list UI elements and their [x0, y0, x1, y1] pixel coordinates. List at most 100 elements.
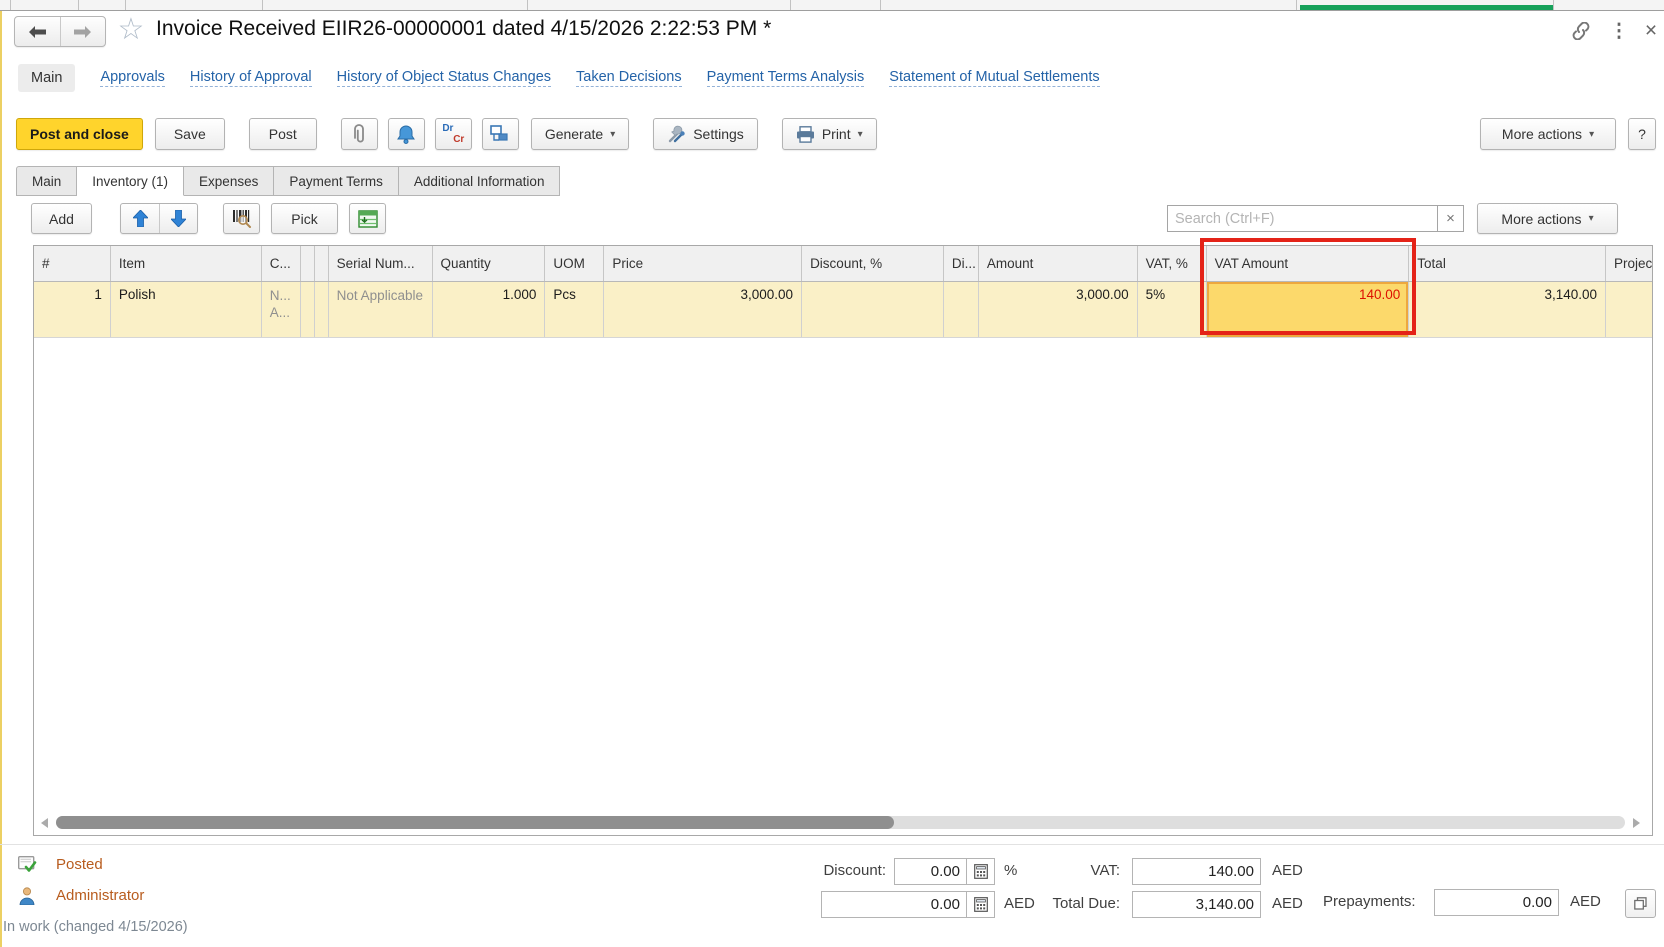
help-button[interactable]: ?: [1628, 118, 1656, 150]
nav-item-approvals[interactable]: Approvals: [100, 69, 164, 87]
author-icon: [19, 887, 35, 905]
prepayments-label: Prepayments:: [1323, 893, 1426, 910]
cell-serial-number[interactable]: Not Applicable: [329, 282, 433, 337]
col-header-item[interactable]: Item: [111, 246, 262, 281]
attachments-button[interactable]: [341, 118, 378, 150]
window-menu-button[interactable]: ⋮: [1606, 18, 1632, 44]
copy-link-button[interactable]: [1568, 18, 1594, 44]
close-window-button[interactable]: ×: [1638, 18, 1664, 44]
nav-item-payment-terms-analysis[interactable]: Payment Terms Analysis: [707, 69, 865, 87]
cell-blank-2[interactable]: [315, 282, 329, 337]
col-header-serial-number[interactable]: Serial Num...: [329, 246, 433, 281]
col-header-blank-2[interactable]: [315, 246, 329, 281]
scrollbar-thumb[interactable]: [56, 816, 894, 829]
move-row-up-button[interactable]: [121, 204, 159, 233]
nav-item-history-of-object-status-changes[interactable]: History of Object Status Changes: [337, 69, 551, 87]
vat-total-input[interactable]: [1132, 858, 1261, 885]
scroll-left-arrow[interactable]: [41, 818, 48, 828]
post-button[interactable]: Post: [249, 118, 317, 150]
move-row-down-button[interactable]: [159, 204, 197, 233]
tab-main[interactable]: Main: [16, 166, 77, 196]
calculator-icon: [974, 864, 988, 879]
col-header-quantity[interactable]: Quantity: [433, 246, 546, 281]
col-header-blank-1[interactable]: [301, 246, 315, 281]
discount-percent-calculator-button[interactable]: [967, 858, 995, 885]
history-nav-buttons: [14, 16, 106, 47]
progress-strip: [1300, 5, 1553, 10]
discount-percent-input[interactable]: [894, 858, 967, 885]
save-button[interactable]: Save: [155, 118, 225, 150]
bell-icon: [397, 125, 415, 144]
col-header-characteristic[interactable]: C...: [262, 246, 301, 281]
top-window-strip: [0, 0, 1664, 11]
cell-uom[interactable]: Pcs: [545, 282, 604, 337]
col-header-amount[interactable]: Amount: [979, 246, 1138, 281]
cell-vat-pct[interactable]: 5%: [1138, 282, 1207, 337]
print-button[interactable]: Print▾: [782, 118, 877, 150]
forward-button[interactable]: [60, 17, 106, 46]
barcode-scan-button[interactable]: [223, 203, 260, 234]
add-row-button[interactable]: Add: [31, 203, 92, 234]
grid-more-actions-button[interactable]: More actions▾: [1477, 203, 1618, 234]
total-due-currency: AED: [1272, 895, 1303, 912]
favorite-star-icon[interactable]: ☆: [114, 13, 148, 47]
cell-price[interactable]: 3,000.00: [604, 282, 802, 337]
nav-item-taken-decisions[interactable]: Taken Decisions: [576, 69, 682, 87]
col-header-total[interactable]: Total: [1409, 246, 1606, 281]
col-header-price[interactable]: Price: [604, 246, 802, 281]
col-header-vat-amount[interactable]: VAT Amount: [1207, 246, 1410, 281]
horizontal-scrollbar[interactable]: [39, 815, 1642, 830]
prepayments-input[interactable]: [1434, 889, 1559, 916]
dr-cr-postings-button[interactable]: Dr Cr: [435, 118, 472, 150]
cell-item[interactable]: Polish: [111, 282, 262, 337]
search-input[interactable]: [1167, 205, 1438, 232]
cell-num[interactable]: 1: [34, 282, 111, 337]
table-header-row: # Item C... Serial Num... Quantity UOM P…: [34, 246, 1652, 282]
reminder-button[interactable]: [388, 118, 425, 150]
nav-item-main[interactable]: Main: [18, 64, 75, 92]
posted-status-label[interactable]: Posted: [56, 856, 103, 873]
cell-characteristic[interactable]: N... A...: [262, 282, 301, 337]
total-due-input[interactable]: [1132, 891, 1261, 918]
back-button[interactable]: [15, 17, 60, 46]
discount-amount-calculator-button[interactable]: [967, 891, 995, 918]
discount-amount-input[interactable]: [821, 891, 967, 918]
cell-di[interactable]: [944, 282, 979, 337]
fill-table-button[interactable]: [349, 203, 386, 234]
generate-button[interactable]: Generate▾: [531, 118, 629, 150]
pick-items-button[interactable]: Pick: [271, 203, 338, 234]
cell-quantity[interactable]: 1.000: [433, 282, 546, 337]
scroll-right-arrow[interactable]: [1633, 818, 1640, 828]
col-header-di[interactable]: Di...: [944, 246, 979, 281]
discount-label: Discount:: [770, 862, 886, 879]
cell-amount[interactable]: 3,000.00: [979, 282, 1138, 337]
form-more-actions-button[interactable]: More actions▾: [1480, 118, 1616, 150]
table-row[interactable]: 1 Polish N... A... Not Applicable 1.000 …: [34, 282, 1652, 338]
tab-payment-terms[interactable]: Payment Terms: [274, 166, 399, 196]
chevron-down-icon: ▾: [858, 129, 863, 140]
cell-total[interactable]: 3,140.00: [1409, 282, 1606, 337]
post-and-close-button[interactable]: Post and close: [16, 118, 143, 150]
author-label[interactable]: Administrator: [56, 887, 144, 904]
col-header-discount-pct[interactable]: Discount, %: [802, 246, 944, 281]
nav-item-statement-of-mutual-settlements[interactable]: Statement of Mutual Settlements: [889, 69, 1099, 87]
tab-inventory[interactable]: Inventory (1): [77, 166, 184, 196]
col-header-num[interactable]: #: [34, 246, 111, 281]
detach-panel-button[interactable]: [1625, 889, 1656, 918]
form-nav-links: Main Approvals History of Approval Histo…: [18, 62, 1100, 94]
col-header-vat-pct[interactable]: VAT, %: [1138, 246, 1207, 281]
tab-expenses[interactable]: Expenses: [184, 166, 274, 196]
nav-item-history-of-approval[interactable]: History of Approval: [190, 69, 312, 87]
cell-vat-amount-selected[interactable]: 140.00: [1207, 282, 1410, 337]
col-header-project-task[interactable]: Project Tas: [1606, 246, 1652, 281]
down-arrow-icon: [171, 210, 186, 227]
clear-search-button[interactable]: ×: [1438, 205, 1464, 232]
document-structure-button[interactable]: [482, 118, 519, 150]
settings-button[interactable]: Settings: [653, 118, 758, 150]
col-header-uom[interactable]: UOM: [545, 246, 604, 281]
tab-additional-information[interactable]: Additional Information: [399, 166, 561, 196]
cell-blank-1[interactable]: [301, 282, 315, 337]
chevron-down-icon: ▾: [610, 129, 615, 140]
cell-project-task[interactable]: [1606, 282, 1652, 337]
cell-discount-pct[interactable]: [802, 282, 944, 337]
